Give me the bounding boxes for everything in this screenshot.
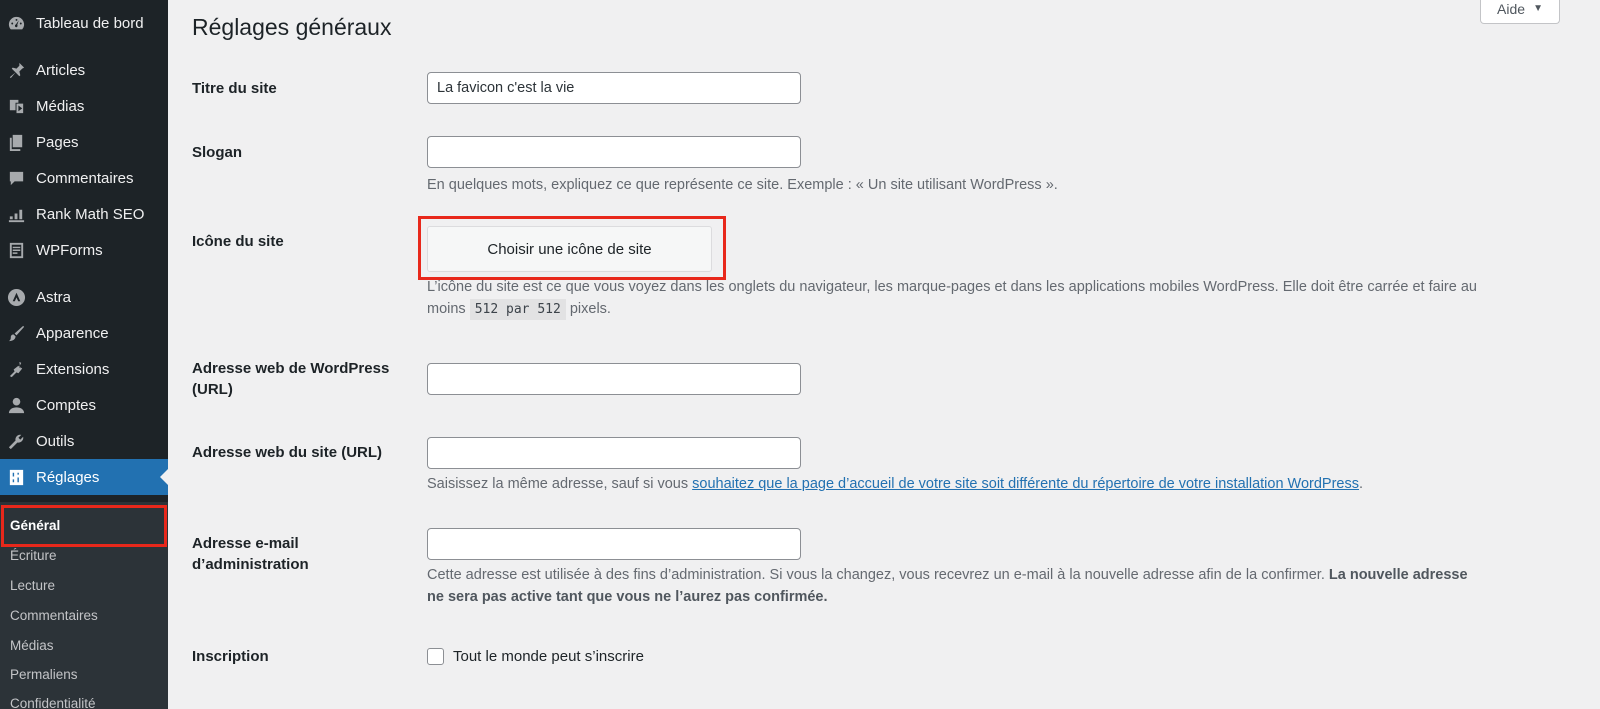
wp-url-input[interactable] bbox=[427, 363, 801, 395]
menu-item-accounts[interactable]: Comptes bbox=[0, 387, 168, 423]
submenu-item-writing[interactable]: Écriture bbox=[10, 548, 57, 563]
site-url-help-link[interactable]: souhaitez que la page d’accueil de votre… bbox=[692, 476, 1359, 492]
site-url-desc-period: . bbox=[1359, 476, 1364, 492]
site-url-input[interactable] bbox=[427, 437, 801, 469]
page-title: Réglages généraux bbox=[192, 14, 392, 40]
submenu-item-reading[interactable]: Lecture bbox=[10, 578, 55, 593]
dashboard-icon bbox=[6, 13, 26, 33]
user-icon bbox=[6, 395, 26, 415]
menu-label: Rank Math SEO bbox=[36, 205, 145, 223]
menu-item-pages[interactable]: Pages bbox=[0, 124, 168, 160]
help-label: Aide bbox=[1497, 0, 1526, 17]
main-content: Aide ▼ Réglages généraux Titre du site S… bbox=[168, 0, 1600, 709]
admin-email-desc-text: Cette adresse est utilisée à des fins d’… bbox=[427, 567, 1325, 583]
plugin-icon bbox=[6, 359, 26, 379]
media-icon bbox=[6, 96, 26, 116]
pages-icon bbox=[6, 132, 26, 152]
admin-email-desc-bold-2: ne sera pas active tant que vous ne l’au… bbox=[427, 589, 828, 605]
menu-label: WPForms bbox=[36, 241, 103, 259]
settings-icon bbox=[6, 467, 26, 487]
menu-label: Astra bbox=[36, 288, 72, 306]
admin-email-label: Adresse e-mail d’administration bbox=[192, 535, 309, 573]
menu-item-medias[interactable]: Médias bbox=[0, 88, 168, 124]
menu-label: Articles bbox=[36, 61, 86, 79]
submenu-item-comments[interactable]: Commentaires bbox=[10, 608, 98, 623]
forms-icon bbox=[6, 240, 26, 260]
tagline-description: En quelques mots, expliquez ce que repré… bbox=[427, 177, 1058, 193]
admin-email-input[interactable] bbox=[427, 528, 801, 560]
tagline-input[interactable] bbox=[427, 136, 801, 168]
comment-icon bbox=[6, 168, 26, 188]
menu-item-tools[interactable]: Outils bbox=[0, 423, 168, 459]
site-title-input[interactable] bbox=[427, 72, 801, 104]
chevron-down-icon: ▼ bbox=[1533, 3, 1543, 14]
menu-label: Tableau de bord bbox=[36, 14, 144, 32]
site-icon-desc-line1: L’icône du site est ce que vous voyez da… bbox=[427, 279, 1477, 295]
menu-item-articles[interactable]: Articles bbox=[0, 52, 168, 88]
pin-icon bbox=[6, 60, 26, 80]
site-title-label: Titre du site bbox=[192, 80, 277, 97]
submenu-item-permalinks[interactable]: Permaliens bbox=[10, 667, 78, 682]
submenu-item-privacy[interactable]: Confidentialité bbox=[10, 696, 96, 709]
membership-checkbox-label: Tout le monde peut s’inscrire bbox=[453, 648, 644, 665]
menu-item-astra[interactable]: Astra bbox=[0, 279, 168, 315]
menu-item-settings[interactable]: Réglages bbox=[0, 459, 168, 495]
highlight-box-site-icon bbox=[418, 216, 726, 280]
menu-label: Extensions bbox=[36, 360, 110, 378]
site-icon-desc-moins: moins bbox=[427, 301, 466, 317]
admin-sidebar: Tableau de bord Articles Médias Pages Co… bbox=[0, 0, 168, 709]
tagline-label: Slogan bbox=[192, 144, 243, 161]
membership-checkbox[interactable] bbox=[427, 648, 444, 665]
menu-label: Apparence bbox=[36, 324, 109, 342]
menu-item-appearance[interactable]: Apparence bbox=[0, 315, 168, 351]
admin-email-description: Cette adresse est utilisée à des fins d’… bbox=[427, 564, 1600, 608]
admin-email-desc-bold-1: La nouvelle adresse bbox=[1328, 567, 1468, 583]
astra-icon bbox=[6, 287, 26, 307]
membership-option[interactable]: Tout le monde peut s’inscrire bbox=[427, 648, 644, 665]
icon-size-code: 512 par 512 bbox=[469, 299, 566, 320]
brush-icon bbox=[6, 323, 26, 343]
menu-label: Pages bbox=[36, 133, 79, 151]
submenu-item-media[interactable]: Médias bbox=[10, 638, 54, 653]
menu-item-wpforms[interactable]: WPForms bbox=[0, 232, 168, 268]
menu-item-comments[interactable]: Commentaires bbox=[0, 160, 168, 196]
menu-label: Médias bbox=[36, 97, 85, 115]
menu-item-extensions[interactable]: Extensions bbox=[0, 351, 168, 387]
site-url-description: Saisissez la même adresse, sauf si vous … bbox=[427, 473, 1363, 495]
current-menu-arrow bbox=[160, 469, 168, 485]
site-url-label: Adresse web du site (URL) bbox=[192, 444, 383, 461]
site-icon-description: L’icône du site est ce que vous voyez da… bbox=[427, 276, 1600, 321]
menu-label: Outils bbox=[36, 432, 75, 450]
wp-url-label: Adresse web de WordPress (URL) bbox=[192, 360, 390, 398]
wrench-icon bbox=[6, 431, 26, 451]
membership-label: Inscription bbox=[192, 648, 269, 665]
menu-label: Réglages bbox=[36, 468, 100, 486]
site-icon-label: Icône du site bbox=[192, 233, 284, 250]
highlight-box-general bbox=[1, 505, 167, 547]
help-tab-button[interactable]: Aide ▼ bbox=[1480, 0, 1560, 24]
site-icon-desc-pixels: pixels. bbox=[569, 301, 611, 317]
menu-label: Comptes bbox=[36, 396, 97, 414]
site-url-desc-text: Saisissez la même adresse, sauf si vous bbox=[427, 476, 689, 492]
menu-label: Commentaires bbox=[36, 169, 134, 187]
menu-item-rank-math-seo[interactable]: Rank Math SEO bbox=[0, 196, 168, 232]
menu-item-dashboard[interactable]: Tableau de bord bbox=[0, 5, 168, 41]
chart-icon bbox=[6, 204, 26, 224]
